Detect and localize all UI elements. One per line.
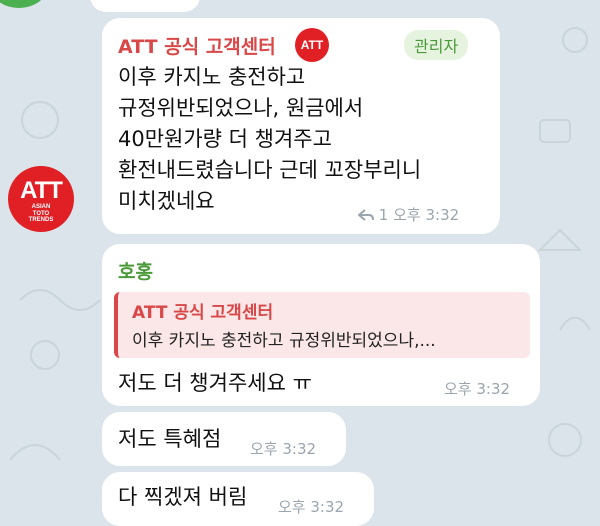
att-logo-icon: ATT [295, 28, 329, 62]
message-text: 이후 카지노 충전하고 규정위반되었으나, 원금에서 40만원가량 더 챙겨주고… [118, 62, 421, 217]
reply-arrow-icon[interactable] [357, 209, 374, 221]
message-text: 다 찍겠져 버림 [118, 485, 248, 509]
message-bubble[interactable]: ATT 공식 고객센터 ATT 관리자 이후 카지노 충전하고 규정위반되었으나… [102, 18, 500, 234]
message-line: 이후 카지노 충전하고 [118, 65, 306, 89]
sender-name[interactable]: 호홍 [118, 257, 153, 284]
message-text: 저도 특혜점 [118, 427, 222, 451]
message-line: 환전내드렸습니다 근데 꼬장부리니 [118, 158, 422, 182]
message-bubble[interactable]: 호홍 ATT 공식 고객센터 이후 카지노 충전하고 규정위반되었으나,... … [102, 244, 540, 406]
message-meta: 1 오후 3:32 [357, 204, 460, 225]
message-bubble[interactable]: 저도 특혜점 오후 3:32 [102, 412, 346, 466]
sender-avatar[interactable]: ATT ASIAN TOTO TRENDS [8, 166, 74, 232]
message-time: 오후 3:32 [393, 206, 460, 224]
quoted-text: 이후 카지노 충전하고 규정위반되었으나,... [132, 331, 436, 351]
message-line: 미치겠네요 [118, 189, 215, 213]
message-time: 오후 3:32 [444, 380, 511, 398]
message-text: 저도 더 챙겨주세요 ㅠ [118, 371, 312, 395]
quoted-sender: ATT 공식 고객센터 [132, 303, 274, 323]
quoted-reply[interactable]: ATT 공식 고객센터 이후 카지노 충전하고 규정위반되었으나,... [114, 292, 530, 358]
previous-message-bubble-tail [90, 0, 200, 12]
reply-count[interactable]: 1 [379, 206, 389, 224]
message-line: 40만원가량 더 챙겨주고 [118, 127, 332, 151]
message-time: 오후 3:32 [250, 440, 317, 458]
admin-badge: 관리자 [404, 30, 469, 60]
sender-name[interactable]: ATT 공식 고객센터 [118, 32, 276, 59]
message-line: 규정위반되었으나, 원금에서 [118, 96, 364, 120]
avatar-logo-subtext: ASIAN TOTO TRENDS [28, 204, 54, 223]
avatar-logo-text: ATT [20, 177, 63, 204]
message-time: 오후 3:32 [278, 498, 345, 516]
message-bubble[interactable]: 다 찍겠져 버림 오후 3:32 [102, 472, 374, 526]
